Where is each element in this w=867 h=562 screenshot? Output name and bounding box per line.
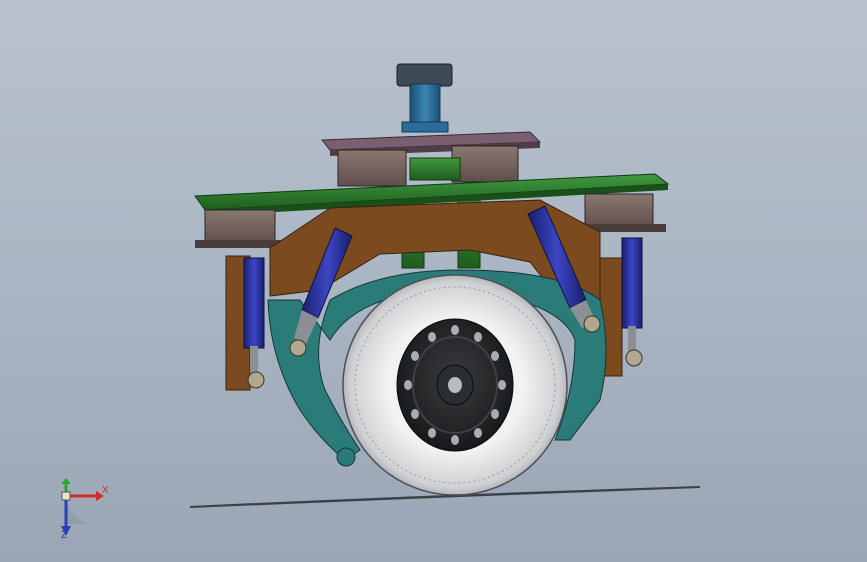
triad-z-label: Z — [61, 530, 68, 541]
hydraulic-cylinder-right-outer[interactable] — [621, 237, 643, 367]
triad-x-label: X — [102, 485, 109, 496]
cad-viewport[interactable]: X Z — [0, 0, 867, 562]
top-shaft[interactable] — [396, 63, 453, 133]
cad-model[interactable] — [0, 0, 867, 562]
wheel-rim[interactable] — [396, 318, 514, 452]
